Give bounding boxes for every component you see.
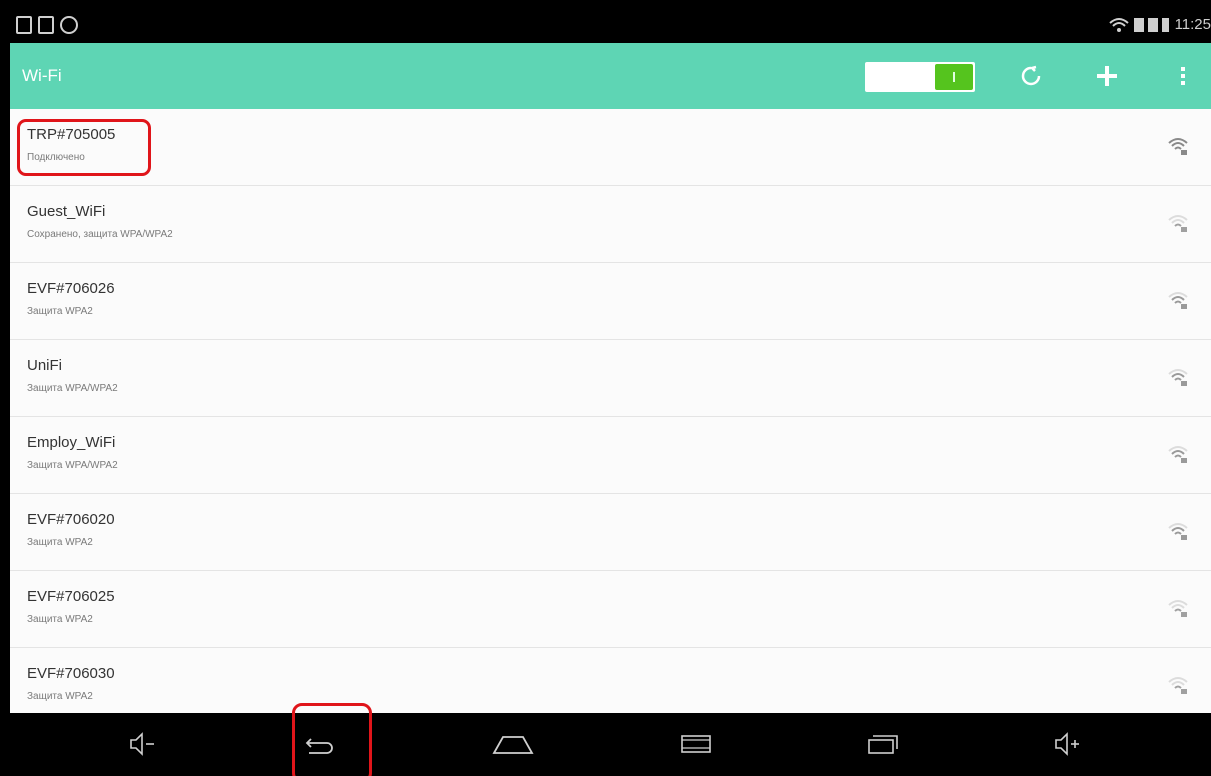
wifi-network-item[interactable]: TRP#705005 Подключено [10,109,1211,186]
recent-apps-icon [868,735,898,754]
overflow-menu-icon [1181,67,1185,85]
action-bar: Wi-Fi [10,43,1211,109]
page-title: Wi-Fi [22,66,62,85]
network-name: UniFi [27,357,63,374]
notification-icons [16,16,78,34]
toggle-thumb [935,64,973,90]
network-name: EVF#706025 [27,588,115,605]
network-name: Employ_WiFi [27,434,116,451]
wifi-status-icon [1108,17,1129,32]
gallery-notification-icon [16,16,32,34]
screenshot-icon [681,735,711,753]
wifi-signal-strong-icon [1168,138,1188,155]
overflow-menu-button[interactable] [1166,59,1200,93]
screenshot-button[interactable] [676,727,716,761]
wifi-network-item[interactable]: Guest_WiFi Сохранено, защита WPA/WPA2 [10,186,1211,263]
sim-icon [1133,17,1144,32]
wifi-network-item[interactable]: Employ_WiFi Защита WPA/WPA2 [10,417,1211,494]
wifi-signal-medium-icon [1168,523,1188,540]
wifi-signal-medium-icon [1168,446,1188,463]
network-status: Защита WPA2 [27,306,93,317]
status-bar: 11:25 [10,10,1211,43]
wifi-signal-medium-icon [1168,292,1188,309]
wifi-signal-weak-icon [1168,215,1188,232]
home-icon [492,736,534,754]
wifi-signal-medium-icon [1168,369,1188,386]
add-icon [1097,66,1117,86]
volume-up-button[interactable] [1048,727,1088,761]
back-icon [305,738,333,754]
system-icons: 11:25 [1108,16,1211,33]
volume-down-button[interactable] [123,727,163,761]
wifi-toggle[interactable] [865,62,975,92]
sim2-icon [1147,17,1158,32]
home-button[interactable] [490,727,534,761]
download-notification-icon [38,16,54,34]
wifi-network-item[interactable]: UniFi Защита WPA/WPA2 [10,340,1211,417]
network-status: Защита WPA/WPA2 [27,383,118,394]
network-name: Guest_WiFi [27,203,106,220]
navigation-bar [10,703,1211,776]
battery-icon [1161,17,1169,32]
network-status: Защита WPA2 [27,691,93,702]
wifi-network-list: TRP#705005 Подключено Guest_WiFi Сохране… [10,109,1211,713]
wifi-network-item[interactable]: EVF#706026 Защита WPA2 [10,263,1211,340]
network-name: EVF#706030 [27,665,115,682]
network-status: Защита WPA2 [27,537,93,548]
volume-up-icon [1055,732,1079,756]
add-network-button[interactable] [1090,59,1124,93]
network-name: TRP#705005 [27,126,116,143]
refresh-icon [1021,65,1041,86]
wifi-signal-weak-icon [1168,600,1188,617]
wifi-signal-weak-icon [1168,677,1188,694]
volume-down-icon [130,732,154,756]
wifi-network-item[interactable]: EVF#706025 Защита WPA2 [10,571,1211,648]
network-status: Защита WPA/WPA2 [27,460,118,471]
wifi-network-item[interactable]: EVF#706030 Защита WPA2 [10,648,1211,713]
recent-apps-button[interactable] [863,727,903,761]
wifi-network-item[interactable]: EVF#706020 Защита WPA2 [10,494,1211,571]
network-status: Защита WPA2 [27,614,93,625]
back-button[interactable] [297,727,337,761]
network-name: EVF#706026 [27,280,115,297]
refresh-button[interactable] [1014,59,1048,93]
network-status: Сохранено, защита WPA/WPA2 [27,229,173,240]
network-status: Подключено [27,152,85,163]
alert-notification-icon [60,16,78,34]
network-name: EVF#706020 [27,511,115,528]
clock: 11:25 [1174,16,1211,33]
